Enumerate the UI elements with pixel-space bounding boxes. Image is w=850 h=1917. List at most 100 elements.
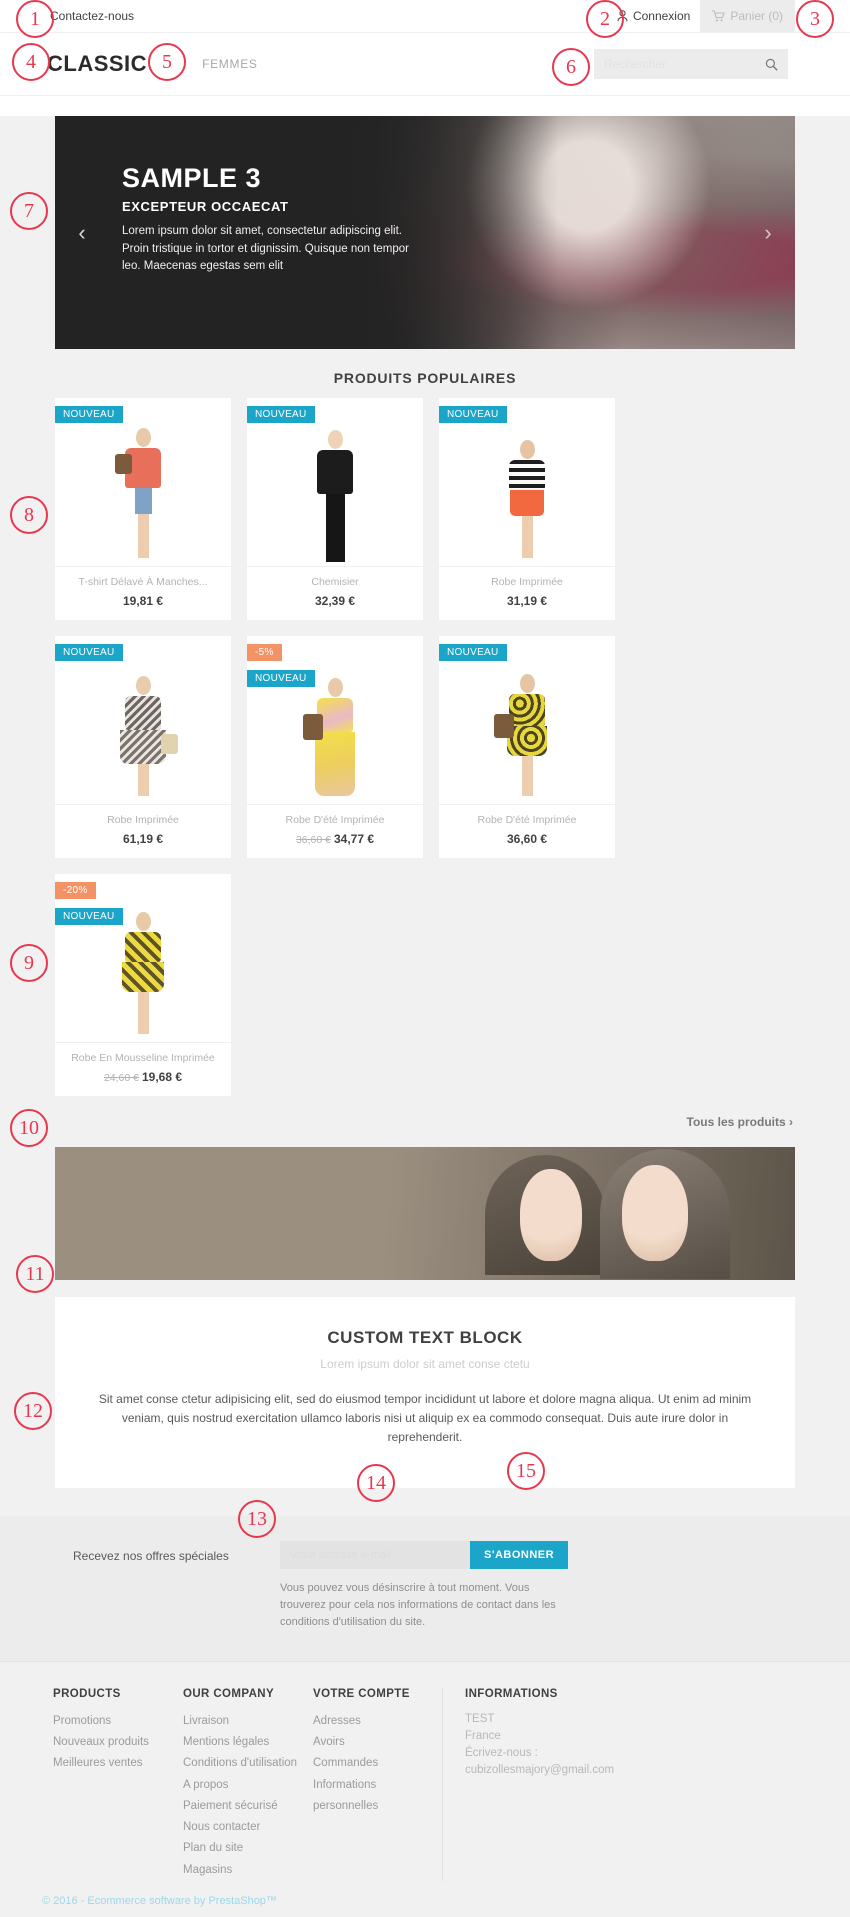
newsletter-email-placeholder: Votre adresse e-mail [290, 1548, 391, 1561]
product-image[interactable]: -5% NOUVEAU [247, 636, 423, 804]
product-price: 36,60 € [506, 832, 548, 846]
newsletter-form: Votre adresse e-mail S'ABONNER [280, 1540, 795, 1569]
search-icon[interactable] [765, 58, 778, 71]
custom-text-body: Sit amet conse ctetur adipisicing elit, … [98, 1392, 752, 1445]
product-card[interactable]: NOUVEAU Robe D'été Imprimée 36,60 € [439, 636, 615, 858]
product-image[interactable]: -20% NOUVEAU [55, 874, 231, 1042]
footer-link[interactable]: Adresses [313, 1711, 428, 1732]
footer-info-line: Écrivez-nous : [465, 1747, 538, 1760]
product-figure [115, 428, 161, 558]
product-price: 31,19 € [506, 594, 548, 608]
product-info: Robe Imprimée 31,19 € [439, 566, 615, 618]
footer-column-title: OUR COMPANY [183, 1687, 275, 1700]
footer-email[interactable]: cubizollesmajory@gmail.com [465, 1762, 679, 1779]
product-card[interactable]: -20% NOUVEAU Robe En Mousseline Imprimée… [55, 874, 231, 1096]
product-info: T-shirt Délavé À Manches... 19,81 € [55, 566, 231, 618]
footer-link[interactable]: A propos [183, 1775, 299, 1796]
newsletter-email-input[interactable]: Votre adresse e-mail [280, 1540, 470, 1569]
footer-link[interactable]: Commandes [313, 1753, 428, 1774]
cart-label: Panier (0) [730, 9, 783, 23]
search-container: Rechercher [594, 49, 788, 79]
cart-button[interactable]: Panier (0) [700, 0, 795, 32]
custom-text-title: CUSTOM TEXT BLOCK [327, 1328, 523, 1347]
footer-link[interactable]: Meilleures ventes [53, 1753, 169, 1774]
footer-link[interactable]: Magasins [183, 1860, 299, 1881]
product-new-price: 19,68 € [142, 1070, 183, 1084]
footer-link[interactable]: Informations personnelles [313, 1775, 428, 1818]
product-price: 19,81 € [122, 594, 164, 608]
content-wrapper: SAMPLE 3 EXCEPTEUR OCCAECAT Lorem ipsum … [55, 116, 795, 1488]
all-products-link[interactable]: Tous les produits › [57, 1115, 793, 1129]
product-name: Robe Imprimée [107, 814, 179, 826]
badge-discount: -5% [247, 644, 282, 661]
product-price: 61,19 € [122, 832, 164, 846]
footer-link[interactable]: Promotions [53, 1711, 169, 1732]
site-logo[interactable]: CLASSIC [47, 51, 147, 77]
product-figure [509, 440, 545, 558]
chevron-right-icon[interactable]: › [757, 220, 779, 246]
search-input[interactable]: Rechercher [594, 49, 788, 79]
footer-link[interactable]: Paiement sécurisé [183, 1796, 299, 1817]
carousel-subtitle: EXCEPTEUR OCCAECAT [122, 198, 289, 214]
badge-new: NOUVEAU [55, 644, 123, 661]
product-info: Robe D'été Imprimée 36,60 € [439, 804, 615, 856]
footer-link[interactable]: Livraison [183, 1711, 299, 1732]
footer-link[interactable]: Plan du site [183, 1838, 299, 1859]
chevron-left-icon[interactable]: ‹ [71, 220, 93, 246]
product-grid: NOUVEAU T-shirt Délavé À Manches... 19,8… [55, 398, 795, 1096]
product-name: Robe D'été Imprimée [285, 814, 385, 826]
footer-link[interactable]: Conditions d'utilisation [183, 1753, 299, 1774]
product-card[interactable]: -5% NOUVEAU Robe D'été Imprimée 36,60 €3… [247, 636, 423, 858]
all-products-label: Tous les produits [686, 1115, 786, 1129]
login-link[interactable]: Connexion [607, 0, 700, 32]
promo-banner[interactable] [55, 1147, 795, 1280]
hero-carousel[interactable]: SAMPLE 3 EXCEPTEUR OCCAECAT Lorem ipsum … [55, 116, 795, 349]
product-info: Chemisier 32,39 € [247, 566, 423, 618]
newsletter-note: Vous pouvez vous désinscrire à tout mome… [280, 1581, 556, 1628]
custom-text-block: CUSTOM TEXT BLOCK Lorem ipsum dolor sit … [55, 1297, 795, 1488]
footer-column-information: INFORMATIONS TEST France Écrivez-nous : … [443, 1688, 693, 1881]
product-image[interactable]: NOUVEAU [55, 636, 231, 804]
footer-link[interactable]: Mentions légales [183, 1732, 299, 1753]
contact-us-link[interactable]: Contactez-nous [50, 9, 134, 23]
product-card[interactable]: NOUVEAU Robe Imprimée 31,19 € [439, 398, 615, 620]
subscribe-button[interactable]: S'ABONNER [470, 1540, 569, 1569]
product-image[interactable]: NOUVEAU [55, 398, 231, 566]
product-name: T-shirt Délavé À Manches... [78, 576, 208, 588]
product-card[interactable]: NOUVEAU T-shirt Délavé À Manches... 19,8… [55, 398, 231, 620]
copyright-text: © 2016 - Ecommerce software by PrestaSho… [42, 1894, 277, 1907]
custom-text-subtitle: Lorem ipsum dolor sit amet conse ctetu [320, 1357, 530, 1371]
product-image[interactable]: NOUVEAU [247, 398, 423, 566]
user-icon [617, 10, 628, 22]
badge-new: NOUVEAU [439, 406, 507, 423]
product-image[interactable]: NOUVEAU [439, 636, 615, 804]
footer-column-products: PRODUCTS Promotions Nouveaux produits Me… [53, 1688, 183, 1881]
nav-item-femmes[interactable]: FEMMES [202, 57, 258, 71]
carousel-text: Lorem ipsum dolor sit amet, consectetur … [122, 224, 409, 273]
footer-info-line: France [465, 1729, 501, 1742]
product-card[interactable]: NOUVEAU Chemisier 32,39 € [247, 398, 423, 620]
badge-discount: -20% [55, 882, 96, 899]
badge-new: NOUVEAU [247, 670, 315, 687]
product-name: Chemisier [311, 576, 359, 588]
top-bar-right: Connexion Panier (0) [607, 0, 840, 32]
newsletter-label: Recevez nos offres spéciales [73, 1548, 229, 1563]
product-card[interactable]: NOUVEAU Robe Imprimée 61,19 € [55, 636, 231, 858]
footer-link-list: Promotions Nouveaux produits Meilleures … [53, 1711, 169, 1775]
footer-info-line: TEST [465, 1712, 495, 1725]
footer-link[interactable]: Nouveaux produits [53, 1732, 169, 1753]
carousel-caption: SAMPLE 3 EXCEPTEUR OCCAECAT Lorem ipsum … [122, 163, 412, 276]
product-image[interactable]: NOUVEAU [439, 398, 615, 566]
product-info: Robe D'été Imprimée 36,60 €34,77 € [247, 804, 423, 856]
top-bar: Contactez-nous Connexion Panier (0) [0, 0, 850, 33]
search-placeholder: Rechercher [604, 57, 667, 71]
badge-new: NOUVEAU [247, 406, 315, 423]
product-new-price: 34,77 € [334, 832, 375, 846]
footer-link[interactable]: Nous contacter [183, 1817, 299, 1838]
product-info: Robe Imprimée 61,19 € [55, 804, 231, 856]
shopping-cart-icon [712, 10, 726, 22]
badge-new: NOUVEAU [55, 908, 123, 925]
product-price: 32,39 € [314, 594, 356, 608]
footer-link[interactable]: Avoirs [313, 1732, 428, 1753]
banner-image [55, 1147, 795, 1280]
